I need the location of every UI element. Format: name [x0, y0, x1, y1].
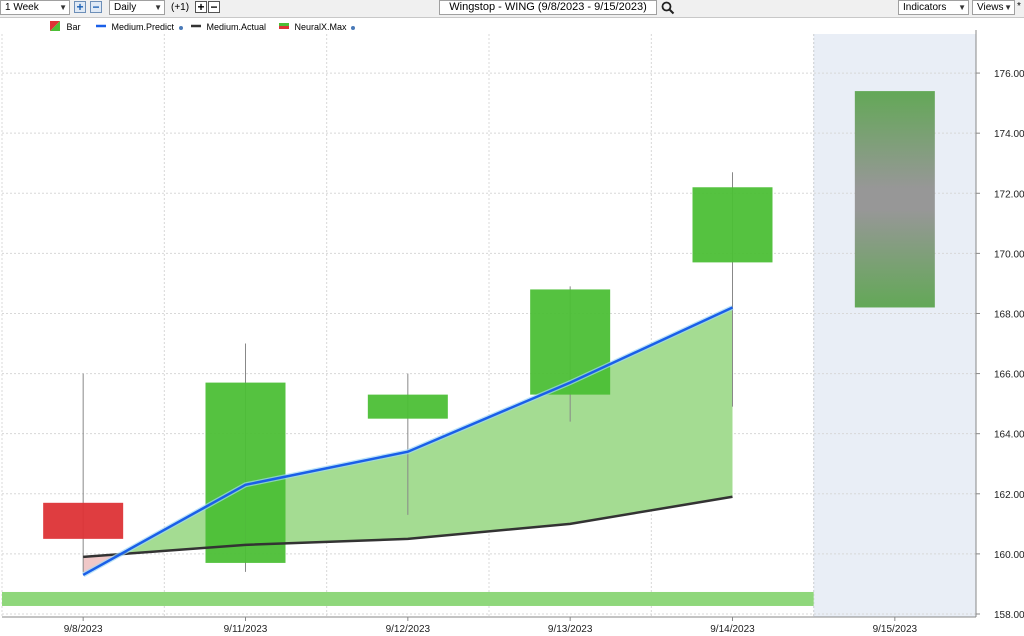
y-tick-label: 174.00: [994, 129, 1024, 140]
x-tick-label: 9/11/2023: [224, 624, 268, 635]
line-legend-icon: [96, 24, 106, 28]
y-tick-label: 166.00: [994, 370, 1024, 381]
x-tick-label: 9/8/2023: [64, 624, 103, 635]
line-legend-icon: [191, 24, 201, 28]
legend-label-medium-predict: Medium.Predict: [111, 22, 175, 32]
neuralx-strip: [2, 591, 814, 606]
y-tick-label: 170.00: [994, 249, 1024, 260]
y-tick-label: 158.00: [994, 610, 1024, 621]
candle-body: [367, 394, 448, 419]
price-chart: 158.00 160.00 162.00 164.00 166.00 168.00 170.…: [1, 30, 1024, 635]
neuralx-legend-icon: [279, 23, 289, 29]
forecast-bar: [854, 91, 935, 308]
legend-label-neuralx-max: NeuralX.Max: [294, 22, 347, 32]
legend-label-bar: Bar: [66, 22, 81, 32]
x-tick-label: 9/12/2023: [386, 624, 431, 635]
y-tick-label: 172.00: [994, 189, 1024, 200]
bar-legend-icon: [50, 21, 60, 31]
candle-body: [692, 187, 773, 263]
y-tick-label: 162.00: [994, 490, 1024, 501]
candle-body: [43, 502, 124, 539]
x-tick-label: 9/14/2023: [710, 624, 755, 635]
y-tick-label: 168.00: [994, 309, 1024, 320]
y-tick-label: 164.00: [994, 430, 1024, 441]
x-tick-label: 9/15/2023: [873, 624, 918, 635]
legend-item-bar[interactable]: Bar: [50, 20, 81, 34]
y-tick-label: 160.00: [994, 550, 1024, 561]
candle-body: [530, 289, 611, 395]
candle-body: [205, 382, 286, 563]
info-dot-icon[interactable]: [178, 26, 183, 30]
info-dot-icon[interactable]: [351, 26, 356, 30]
x-tick-label: 9/13/2023: [548, 624, 593, 635]
legend-item-medium-predict[interactable]: Medium.Predict: [96, 20, 183, 34]
y-tick-label: 176.00: [994, 69, 1024, 80]
legend-label-medium-actual: Medium.Actual: [206, 22, 267, 32]
legend-item-neuralx-max[interactable]: NeuralX.Max: [279, 20, 356, 34]
legend-item-medium-actual[interactable]: Medium.Actual: [191, 20, 266, 34]
